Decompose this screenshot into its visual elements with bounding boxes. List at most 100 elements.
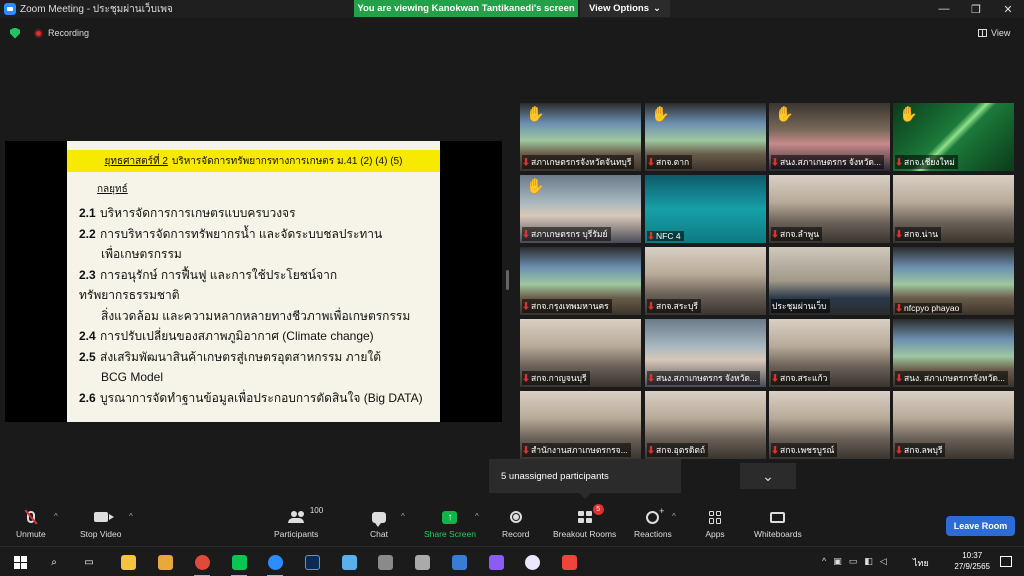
record-button[interactable]: Record [502, 508, 529, 544]
task-view-icon[interactable]: ▭ [79, 552, 99, 572]
slide-item-text: บริหารจัดการการเกษตรแบบครบวงจร [100, 206, 296, 220]
participants-button[interactable]: 100 Participants [274, 506, 323, 544]
participants-count: 100 [309, 506, 324, 515]
video-options-caret[interactable]: ^ [129, 512, 133, 521]
leave-room-button[interactable]: Leave Room [946, 516, 1015, 536]
muted-mic-icon [648, 302, 654, 310]
muted-mic-icon [896, 304, 902, 312]
files-icon[interactable] [155, 552, 175, 572]
participant-tile[interactable]: ✋ สกจ.ตาก [645, 103, 766, 171]
notification-icon[interactable] [1000, 556, 1012, 567]
participant-tile[interactable]: สนง. สภาเกษตรกรจังหวัด... [893, 319, 1014, 387]
clock[interactable]: 10:37 27/9/2565 [954, 550, 990, 572]
participant-name: สนง. สภาเกษตรกรจังหวัด... [904, 373, 1005, 383]
anydesk-icon[interactable] [559, 552, 579, 572]
whiteboards-button[interactable]: Whiteboards [754, 508, 802, 544]
share-screen-button[interactable]: ↑ Share Screen [424, 508, 476, 544]
chat-button[interactable]: Chat [366, 508, 392, 544]
participant-tile[interactable]: สนง.สภาเกษตรกร จังหวัด... [645, 319, 766, 387]
tray-app-icon[interactable]: ▣ [833, 556, 842, 567]
line-icon[interactable] [229, 552, 249, 576]
participant-tile[interactable]: ✋ สภาเกษตรกร บุรีรัมย์ [520, 175, 641, 243]
participant-tile[interactable]: ประชุมผ่านเว็บ [769, 247, 890, 315]
share-options-caret[interactable]: ^ [475, 512, 479, 521]
participant-tile[interactable]: สกจ.ลำพูน [769, 175, 890, 243]
slide-item: 2.3 การอนุรักษ์ การฟื้นฟู และการใช้ประโยช… [79, 265, 434, 306]
app-icon[interactable] [449, 552, 469, 572]
network-icon[interactable]: ◧ [864, 556, 873, 567]
participant-tile[interactable]: NFC 4 [645, 175, 766, 243]
participant-name: สนง.สภาเกษตรกร จังหวัด... [780, 157, 881, 167]
chat-options-caret[interactable]: ^ [401, 512, 405, 521]
participant-name-label: nfcpyo phayao [895, 303, 963, 313]
participant-name: สกจ.กาญจนบุรี [531, 373, 587, 383]
input-language[interactable]: ไทย [913, 556, 929, 570]
reactions-label: Reactions [634, 529, 672, 539]
participant-tile[interactable]: สกจ.กรุงเทพมหานคร [520, 247, 641, 315]
muted-mic-icon [523, 158, 529, 166]
app-icon[interactable] [412, 552, 432, 572]
participant-tile[interactable]: ✋ สภาเกษตรกรจังหวัดจันทบุรี [520, 103, 641, 171]
participant-tile[interactable]: สกจ.สระบุรี [645, 247, 766, 315]
breakout-badge: 5 [592, 504, 604, 515]
stop-video-button[interactable]: Stop Video [80, 508, 121, 544]
battery-icon[interactable]: ▭ [849, 556, 858, 567]
participant-tile[interactable]: สกจ.อุตรดิตถ์ [645, 391, 766, 459]
file-explorer-icon[interactable] [118, 552, 138, 572]
participant-name-label: สกจ.น่าน [895, 227, 942, 241]
chevron-down-icon[interactable]: ⌄ [740, 463, 796, 489]
slide-item: 2.2 การบริหารจัดการทรัพยากรน้ำ และจัดระบบ… [79, 224, 434, 245]
chrome-icon[interactable] [192, 552, 212, 576]
participant-tile[interactable]: สกจ.กาญจนบุรี [520, 319, 641, 387]
participants-label: Participants [274, 529, 319, 539]
participant-tile[interactable]: สกจ.เพชรบูรณ์ [769, 391, 890, 459]
splitter-handle[interactable] [506, 270, 509, 290]
apps-label: Apps [705, 529, 725, 539]
app-icon[interactable] [375, 552, 395, 572]
participant-tile[interactable]: สำนักงานสภาเกษตรกรจ... [520, 391, 641, 459]
apps-icon [702, 508, 728, 526]
slide-item-text: การปรับเปลี่ยนของสภาพภูมิอากาศ (Climate … [100, 329, 374, 343]
view-button[interactable]: View [978, 24, 1016, 42]
chevron-up-icon[interactable]: ^ [822, 556, 826, 567]
raised-hand-icon: ✋ [526, 178, 545, 195]
visual-studio-icon[interactable] [486, 552, 506, 572]
photoshop-icon[interactable] [302, 552, 322, 572]
shield-icon[interactable] [10, 27, 20, 39]
apps-button[interactable]: Apps [702, 508, 728, 544]
meeting-toolbar: Unmute ^ Stop Video ^ 100 Participants C… [0, 500, 1024, 546]
muted-mic-icon [523, 374, 529, 382]
participant-tile[interactable]: สกจ.ลพบุรี [893, 391, 1014, 459]
participant-tile[interactable]: สกจ.สระแก้ว [769, 319, 890, 387]
slide-title-prefix: ยุทธศาสตร์ที่ 2 [104, 155, 168, 167]
itunes-icon[interactable] [522, 552, 542, 572]
view-options-button[interactable]: View Options ⌄ [580, 0, 670, 17]
close-button[interactable]: ✕ [992, 0, 1024, 18]
participant-tile[interactable]: สกจ.น่าน [893, 175, 1014, 243]
muted-mic-icon [523, 230, 529, 238]
unassigned-participants-popup[interactable]: 5 unassigned participants [489, 459, 681, 499]
windows-start-icon[interactable] [10, 552, 30, 572]
slide-item-number: 2.6 [79, 390, 96, 405]
participant-tile[interactable]: nfcpyo phayao [893, 247, 1014, 315]
maximize-button[interactable]: ❐ [960, 0, 992, 18]
minimize-button[interactable]: — [928, 0, 960, 18]
reactions-options-caret[interactable]: ^ [672, 512, 676, 521]
participant-name: สกจ.ลำพูน [780, 229, 820, 239]
muted-mic-icon [648, 446, 654, 454]
unmute-button[interactable]: Unmute [16, 508, 46, 544]
breakout-rooms-button[interactable]: 5 Breakout Rooms [553, 504, 616, 544]
reactions-button[interactable]: Reactions [634, 506, 672, 544]
raised-hand-icon: ✋ [526, 106, 545, 123]
windows-taskbar: ⌕ ▭ ^ ▣ ▭ ◧ ◁ ไทย 10:37 27/9/2565 [0, 546, 1024, 576]
volume-icon[interactable]: ◁ [880, 556, 887, 567]
zoom-icon[interactable] [265, 552, 285, 576]
audio-options-caret[interactable]: ^ [54, 512, 58, 521]
breakout-rooms-icon: 5 [572, 504, 604, 526]
muted-mic-icon [896, 374, 902, 382]
participant-tile[interactable]: ✋ สนง.สภาเกษตรกร จังหวัด... [769, 103, 890, 171]
app-icon[interactable] [339, 552, 359, 572]
search-icon[interactable]: ⌕ [44, 552, 64, 572]
muted-mic-icon [648, 232, 654, 240]
participant-tile[interactable]: ✋ สกจ.เชียงใหม่ [893, 103, 1014, 171]
